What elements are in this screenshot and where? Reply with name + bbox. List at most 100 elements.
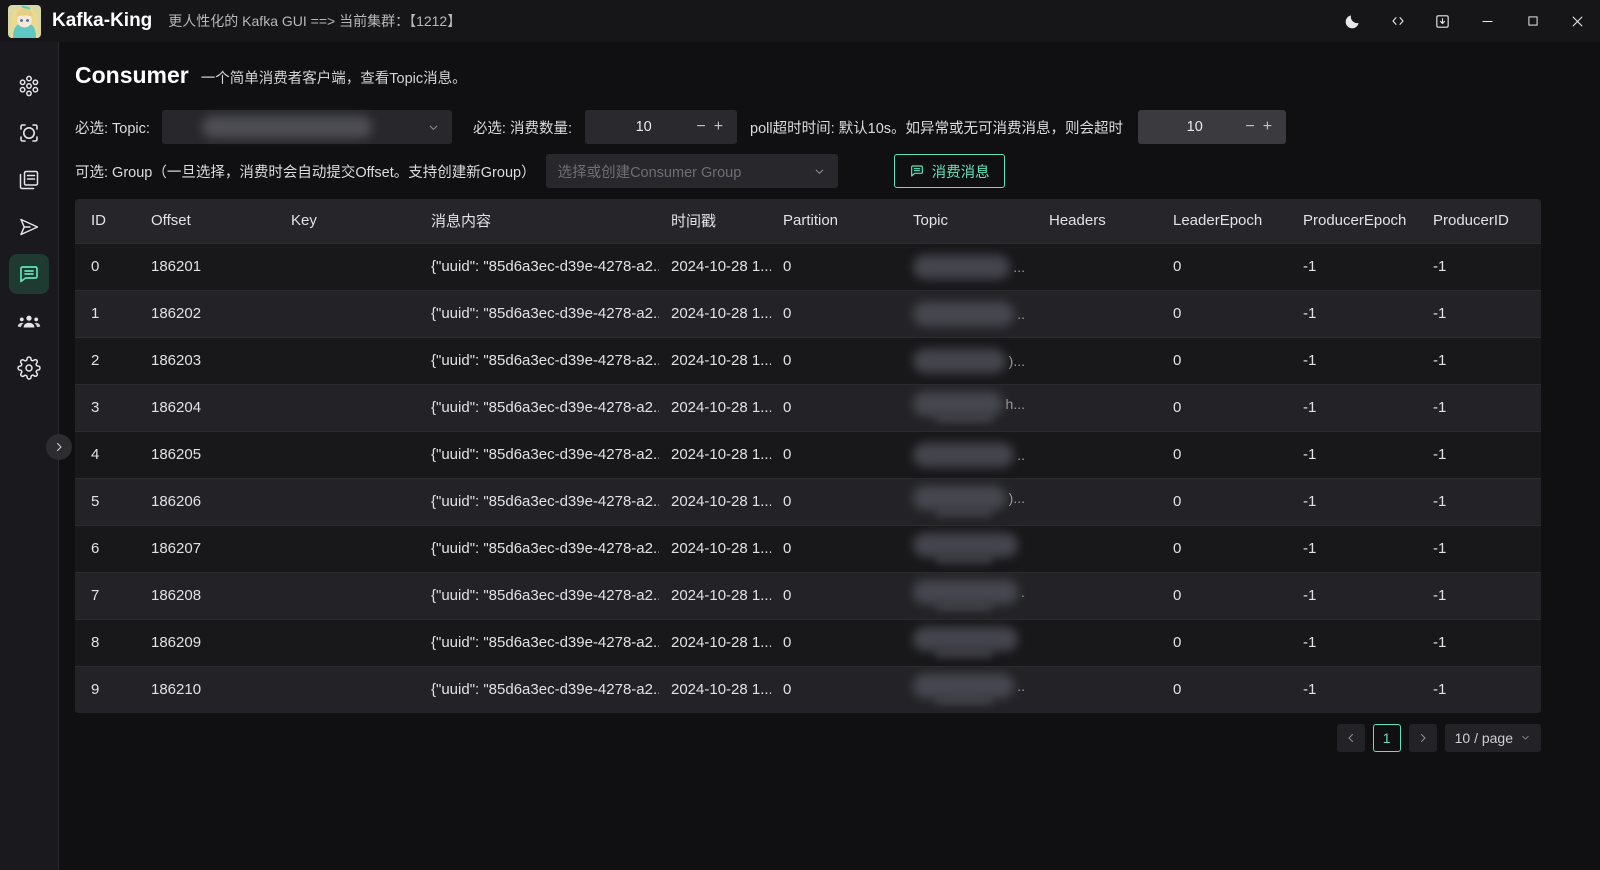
cell-producer-id: -1 bbox=[1421, 337, 1541, 384]
plus-button[interactable]: + bbox=[710, 119, 727, 135]
cell-topic: )... bbox=[901, 337, 1037, 384]
table-row[interactable]: 0186201{"uuid": "85d6a3ec-d39e-4278-a2..… bbox=[75, 243, 1541, 290]
cell-timestamp: 2024-10-28 1... bbox=[659, 290, 771, 337]
sidebar-item-monitor[interactable] bbox=[9, 113, 49, 153]
column-header: ProducerID bbox=[1421, 199, 1541, 243]
cell-producer-epoch: -1 bbox=[1291, 431, 1421, 478]
table-row[interactable]: 9186210{"uuid": "85d6a3ec-d39e-4278-a2..… bbox=[75, 666, 1541, 713]
column-header: 消息内容 bbox=[419, 199, 659, 243]
topic-select[interactable] bbox=[162, 110, 452, 144]
sidebar-item-producer[interactable] bbox=[9, 207, 49, 247]
cell-topic: h... bbox=[901, 384, 1037, 431]
cell-id: 3 bbox=[75, 384, 139, 431]
cell-producer-id: -1 bbox=[1421, 666, 1541, 713]
download-icon[interactable] bbox=[1420, 0, 1465, 42]
group-select[interactable]: 选择或创建Consumer Group bbox=[546, 154, 838, 188]
topic-redacted-value-line2 bbox=[935, 413, 993, 423]
cell-producer-id: -1 bbox=[1421, 384, 1541, 431]
cell-leader-epoch: 0 bbox=[1161, 290, 1291, 337]
cell-headers bbox=[1037, 619, 1161, 666]
cell-headers bbox=[1037, 384, 1161, 431]
topic-select-redacted-value bbox=[202, 116, 372, 138]
poll-timeout-input[interactable]: 10 − + bbox=[1138, 110, 1286, 144]
column-header: Key bbox=[279, 199, 419, 243]
consume-button[interactable]: 消费消息 bbox=[894, 154, 1005, 188]
table-row[interactable]: 3186204{"uuid": "85d6a3ec-d39e-4278-a2..… bbox=[75, 384, 1541, 431]
cell-message: {"uuid": "85d6a3ec-d39e-4278-a2... bbox=[419, 337, 659, 384]
cell-id: 6 bbox=[75, 525, 139, 572]
cell-producer-epoch: -1 bbox=[1291, 572, 1421, 619]
sidebar-item-groups[interactable] bbox=[9, 301, 49, 341]
current-page-button[interactable]: 1 bbox=[1373, 724, 1401, 752]
cell-offset: 186205 bbox=[139, 431, 279, 478]
chat-icon bbox=[17, 262, 41, 286]
maximize-icon[interactable] bbox=[1510, 0, 1555, 42]
topic-redacted-value-line2 bbox=[935, 507, 993, 517]
count-value: 10 bbox=[595, 119, 692, 135]
minus-button[interactable]: − bbox=[1241, 119, 1258, 135]
cell-leader-epoch: 0 bbox=[1161, 572, 1291, 619]
table-row[interactable]: 7186208{"uuid": "85d6a3ec-d39e-4278-a2..… bbox=[75, 572, 1541, 619]
topic-redacted-value-line2 bbox=[935, 601, 993, 611]
cell-id: 4 bbox=[75, 431, 139, 478]
cell-partition: 0 bbox=[771, 572, 901, 619]
cell-id: 9 bbox=[75, 666, 139, 713]
plus-button[interactable]: + bbox=[1259, 119, 1276, 135]
group-select-placeholder: 选择或创建Consumer Group bbox=[558, 161, 742, 182]
cell-timestamp: 2024-10-28 1... bbox=[659, 666, 771, 713]
table-row[interactable]: 5186206{"uuid": "85d6a3ec-d39e-4278-a2..… bbox=[75, 478, 1541, 525]
minimize-icon[interactable] bbox=[1465, 0, 1510, 42]
cell-partition: 0 bbox=[771, 431, 901, 478]
table-row[interactable]: 2186203{"uuid": "85d6a3ec-d39e-4278-a2..… bbox=[75, 337, 1541, 384]
prev-page-button[interactable] bbox=[1337, 724, 1365, 752]
cell-producer-epoch: -1 bbox=[1291, 478, 1421, 525]
table-row[interactable]: 4186205{"uuid": "85d6a3ec-d39e-4278-a2..… bbox=[75, 431, 1541, 478]
cell-topic bbox=[901, 525, 1037, 572]
cell-id: 7 bbox=[75, 572, 139, 619]
sidebar-item-settings[interactable] bbox=[9, 348, 49, 388]
cell-timestamp: 2024-10-28 1... bbox=[659, 619, 771, 666]
main-content: Consumer 一个简单消费者客户端，查看Topic消息。 必选: Topic… bbox=[59, 42, 1600, 870]
minus-button[interactable]: − bbox=[692, 119, 709, 135]
table-row[interactable]: 1186202{"uuid": "85d6a3ec-d39e-4278-a2..… bbox=[75, 290, 1541, 337]
cell-offset: 186206 bbox=[139, 478, 279, 525]
cell-leader-epoch: 0 bbox=[1161, 666, 1291, 713]
cell-partition: 0 bbox=[771, 337, 901, 384]
cell-key bbox=[279, 525, 419, 572]
cell-id: 8 bbox=[75, 619, 139, 666]
topics-icon bbox=[17, 168, 41, 192]
chevron-down-icon bbox=[427, 121, 440, 134]
cell-timestamp: 2024-10-28 1... bbox=[659, 525, 771, 572]
sidebar-item-topics[interactable] bbox=[9, 160, 49, 200]
app-title: Kafka-King bbox=[52, 10, 152, 32]
cell-leader-epoch: 0 bbox=[1161, 525, 1291, 572]
cell-offset: 186204 bbox=[139, 384, 279, 431]
column-header: Topic bbox=[901, 199, 1037, 243]
column-header: Headers bbox=[1037, 199, 1161, 243]
sidebar-expand-button[interactable] bbox=[46, 434, 72, 460]
cell-message: {"uuid": "85d6a3ec-d39e-4278-a2... bbox=[419, 572, 659, 619]
topic-label: 必选: Topic: bbox=[75, 117, 150, 138]
cell-timestamp: 2024-10-28 1... bbox=[659, 337, 771, 384]
page-size-select[interactable]: 10 / page bbox=[1445, 724, 1541, 752]
table-row[interactable]: 8186209{"uuid": "85d6a3ec-d39e-4278-a2..… bbox=[75, 619, 1541, 666]
next-page-button[interactable] bbox=[1409, 724, 1437, 752]
cell-partition: 0 bbox=[771, 666, 901, 713]
cell-topic bbox=[901, 619, 1037, 666]
cell-producer-id: -1 bbox=[1421, 431, 1541, 478]
cell-partition: 0 bbox=[771, 243, 901, 290]
count-input[interactable]: 10 − + bbox=[585, 110, 737, 144]
table-row[interactable]: 6186207{"uuid": "85d6a3ec-d39e-4278-a2..… bbox=[75, 525, 1541, 572]
cell-message: {"uuid": "85d6a3ec-d39e-4278-a2... bbox=[419, 478, 659, 525]
close-icon[interactable] bbox=[1555, 0, 1600, 42]
column-header: Partition bbox=[771, 199, 901, 243]
table-body: 0186201{"uuid": "85d6a3ec-d39e-4278-a2..… bbox=[75, 243, 1541, 713]
cell-producer-id: -1 bbox=[1421, 243, 1541, 290]
sidebar-item-consumer[interactable] bbox=[9, 254, 49, 294]
cluster-icon bbox=[17, 74, 41, 98]
code-icon[interactable] bbox=[1375, 0, 1420, 42]
sidebar-item-cluster[interactable] bbox=[9, 66, 49, 106]
page-subtitle: 一个简单消费者客户端，查看Topic消息。 bbox=[201, 67, 467, 88]
moon-icon[interactable] bbox=[1330, 0, 1375, 42]
cell-key bbox=[279, 337, 419, 384]
